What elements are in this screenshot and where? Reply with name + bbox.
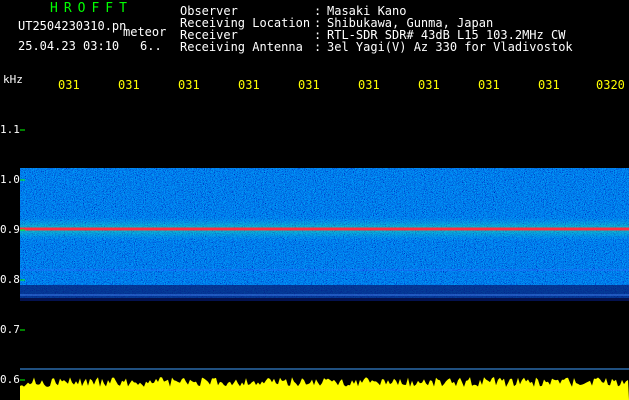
time-tick-label: 031 xyxy=(358,78,380,92)
freq-tick-label: 0.8 xyxy=(0,273,20,286)
time-tick-label: 031 xyxy=(118,78,140,92)
time-tick-label: 031 xyxy=(298,78,320,92)
freq-tick-label: 1.0 xyxy=(0,173,20,186)
freq-tick-label: 0.6 xyxy=(0,373,20,386)
spectrogram-plot xyxy=(20,129,629,400)
header-app-name: HROFFT xyxy=(50,1,133,16)
signal-level-fill xyxy=(20,377,629,400)
time-tick-label: 031 xyxy=(238,78,260,92)
file-name: UT2504230310.pn xyxy=(18,19,127,33)
freq-tick-label: 0.7 xyxy=(0,323,20,336)
antenna-value: 3el Yagi(V) Az 330 for Vladivostok xyxy=(327,40,573,54)
time-tick-label: 031 xyxy=(178,78,200,92)
freq-tick-label: 1.1 xyxy=(0,123,20,136)
time-tick-label: 031 xyxy=(58,78,80,92)
freq-tick-label: 0.9 xyxy=(0,223,20,236)
time-tick-label: 031 xyxy=(538,78,560,92)
time-tick-label: 031 xyxy=(478,78,500,92)
rate-label: 6.. xyxy=(140,39,162,53)
antenna-colon: : xyxy=(314,40,322,54)
antenna-label: Receiving Antenna xyxy=(180,40,303,54)
freq-unit-label: kHz xyxy=(3,73,23,86)
time-tick-label: 0320 xyxy=(596,78,625,92)
date-time: 25.04.23 03:10 xyxy=(18,39,120,53)
noise-faint-band xyxy=(20,285,629,301)
mode-label: meteor xyxy=(123,25,167,39)
time-tick-label: 031 xyxy=(418,78,440,92)
